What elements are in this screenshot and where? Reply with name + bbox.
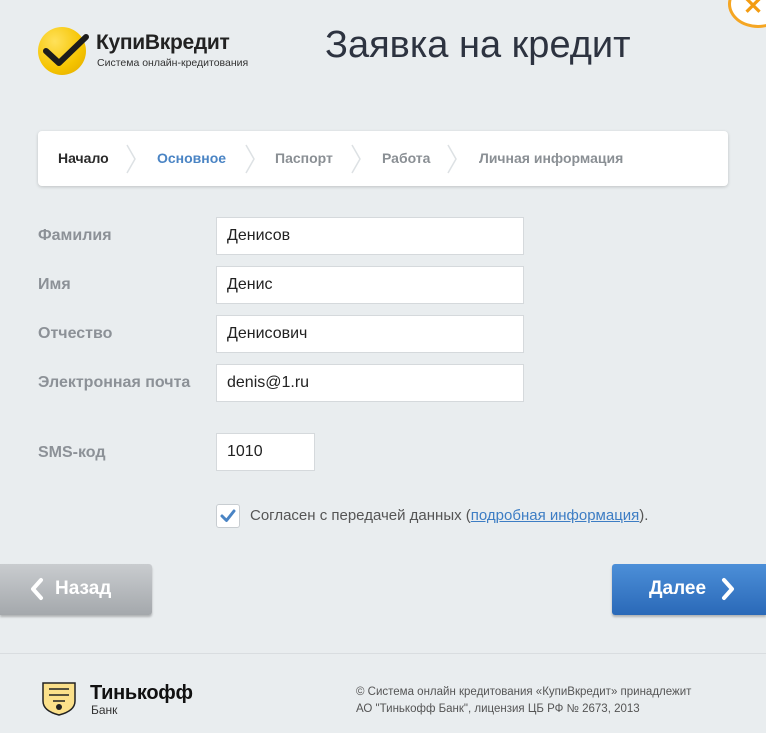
next-button-label: Далее bbox=[649, 578, 707, 599]
chevron-right-icon bbox=[126, 144, 136, 174]
step-personal-info: Личная информация bbox=[479, 150, 624, 166]
first-name-input[interactable]: Денис bbox=[216, 266, 524, 304]
middle-name-input[interactable]: Денисович bbox=[216, 315, 524, 353]
check-icon bbox=[220, 509, 236, 522]
brand-tagline: Система онлайн-кредитования bbox=[97, 57, 249, 69]
steps-breadcrumb: Начало Основное Паспорт Работа Личная ин… bbox=[38, 131, 728, 186]
chevron-right-icon bbox=[447, 144, 457, 174]
next-button[interactable]: Далее bbox=[612, 564, 766, 615]
chevron-right-icon bbox=[245, 144, 255, 174]
consent-text: Согласен с передачей данных (подробная и… bbox=[250, 507, 649, 524]
copyright-text: © Система онлайн кредитования «КупиВкред… bbox=[356, 686, 692, 715]
middle-name-label: Отчество bbox=[38, 325, 113, 342]
chevron-left-icon bbox=[31, 578, 43, 600]
last-name-input[interactable]: Денисов bbox=[216, 217, 524, 255]
tinkoff-logo-sub: Банк bbox=[91, 703, 118, 717]
last-name-label: Фамилия bbox=[38, 227, 112, 244]
step-basic[interactable]: Основное bbox=[157, 131, 226, 186]
back-button-label: Назад bbox=[55, 578, 112, 599]
footer-divider bbox=[0, 653, 766, 654]
consent-checkbox[interactable] bbox=[216, 504, 240, 528]
email-input[interactable]: denis@1.ru bbox=[216, 364, 524, 402]
tinkoff-emblem-icon bbox=[42, 682, 76, 716]
close-icon: ✕ bbox=[743, 0, 764, 20]
tinkoff-logo-text: Тинькофф bbox=[90, 682, 193, 704]
step-passport: Паспорт bbox=[275, 150, 333, 166]
chevron-right-icon bbox=[722, 578, 734, 600]
page-title: Заявка на кредит bbox=[325, 24, 631, 66]
step-work: Работа bbox=[382, 150, 431, 166]
close-button[interactable]: ✕ bbox=[728, 0, 766, 28]
email-label: Электронная почта bbox=[38, 374, 191, 391]
kupivkredit-logo: КупиВкредит Система онлайн-кредитования bbox=[38, 27, 278, 77]
details-link[interactable]: подробная информация bbox=[471, 507, 640, 524]
first-name-label: Имя bbox=[38, 276, 71, 293]
chevron-right-icon bbox=[351, 144, 361, 174]
step-start[interactable]: Начало bbox=[58, 131, 109, 186]
back-button[interactable]: Назад bbox=[0, 564, 152, 615]
sms-code-input[interactable]: 1010 bbox=[216, 433, 315, 471]
checkmark-icon bbox=[43, 34, 89, 66]
brand-name: КупиВкредит bbox=[96, 31, 230, 54]
sms-code-label: SMS-код bbox=[38, 444, 106, 461]
